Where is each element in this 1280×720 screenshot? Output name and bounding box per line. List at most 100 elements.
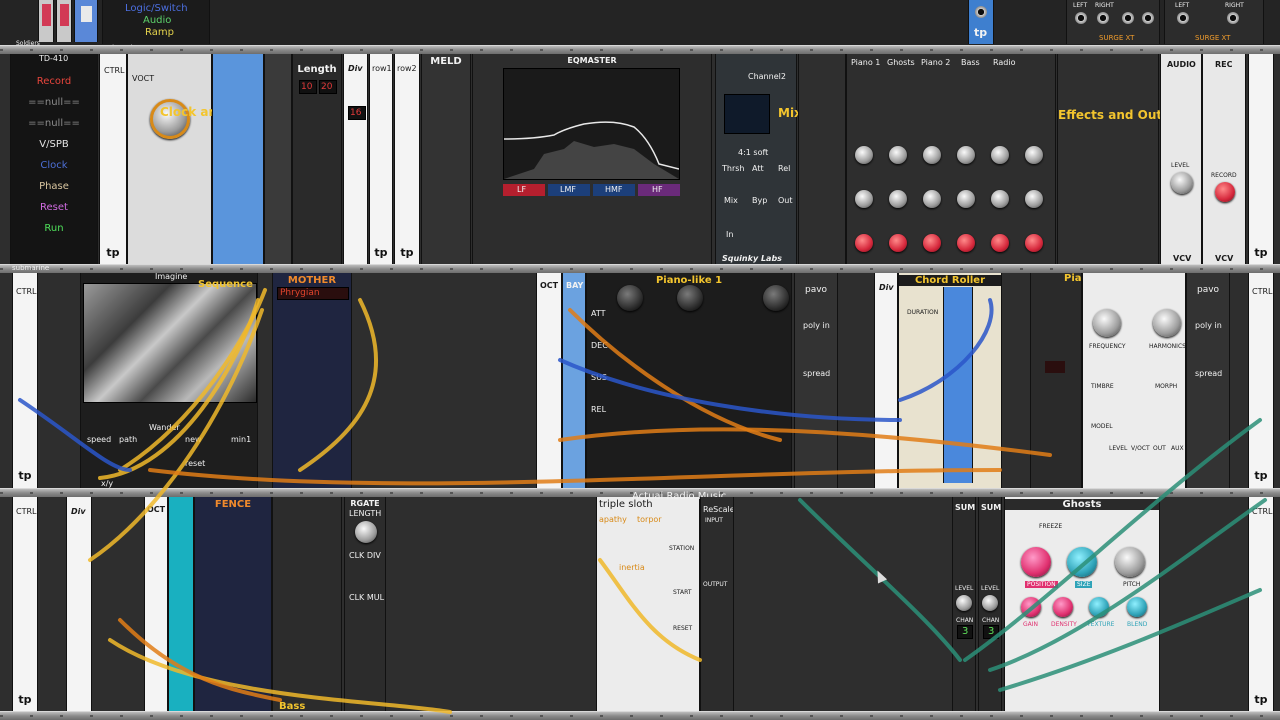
bay-module: BAY — [562, 273, 586, 488]
audio-level-label: LEVEL — [1171, 162, 1190, 169]
pavo-module-2: pavo poly in spread — [1186, 273, 1230, 488]
channel-knob[interactable] — [923, 234, 941, 252]
eq-curve — [503, 121, 680, 179]
surge-port-l1: LEFT — [1073, 2, 1088, 9]
pavo-title-2: pavo — [1197, 285, 1220, 295]
row2-ctrl-strip: CTRL tp — [12, 273, 38, 488]
tp-top-module[interactable]: tp — [968, 0, 994, 44]
surge-jack-6[interactable] — [1227, 12, 1239, 24]
channel-knob[interactable] — [991, 190, 1009, 208]
sum-level-knob-2[interactable] — [982, 595, 998, 611]
channel-knob[interactable] — [923, 146, 941, 164]
eqmaster-module: EQMASTER LF LMF HMF HF — [472, 54, 712, 265]
clock-logic-module: VOCT — [127, 54, 212, 265]
channel-knob[interactable] — [889, 146, 907, 164]
rescale-input: INPUT — [705, 517, 723, 524]
channel-knob[interactable] — [889, 234, 907, 252]
piano1-att: ATT — [591, 309, 606, 318]
piano1-freq-knob-1[interactable] — [617, 285, 643, 311]
channel-knob[interactable] — [855, 146, 873, 164]
mini-module-2 — [56, 0, 72, 42]
surge-jack-5[interactable] — [1177, 12, 1189, 24]
channel-knob[interactable] — [991, 234, 1009, 252]
div-module: Div 16 — [343, 54, 368, 265]
mother-title: MOTHER — [287, 275, 337, 286]
pitch-knob[interactable] — [1115, 547, 1145, 577]
rgate-clkdiv: CLK DIV — [349, 551, 381, 560]
harmonics-knob[interactable] — [1153, 309, 1181, 337]
voct-label-plaits: V/OCT — [1131, 445, 1150, 452]
row1-label: row1 — [372, 64, 392, 73]
logic-line-2: Audio — [143, 15, 172, 26]
mixer-label-att: Att — [752, 164, 764, 173]
ctrl-label: CTRL — [104, 66, 125, 75]
row2-label: row2 — [397, 64, 417, 73]
tp-top-jack[interactable] — [975, 6, 987, 18]
pavo-spread-2: spread — [1195, 369, 1223, 378]
channel-knob[interactable] — [855, 234, 873, 252]
gain-label: GAIN — [1023, 621, 1039, 628]
blend-knob[interactable] — [1127, 597, 1147, 617]
level-label-plaits: LEVEL — [1109, 445, 1128, 452]
surge-jack-2[interactable] — [1097, 12, 1109, 24]
record-button[interactable] — [1215, 182, 1235, 202]
chord-roller-module: Chord Roller DURATION — [898, 273, 1002, 488]
rack-row-3: CTRL tp Div OCT FENCE Bass RGATE LENGTH … — [0, 491, 1280, 712]
meld-module: MELD — [421, 54, 471, 265]
texture-knob[interactable] — [1089, 597, 1109, 617]
oct-label: OCT — [540, 281, 559, 290]
piano1-freq-knob-3[interactable] — [763, 285, 789, 311]
mother-scale: Phrygian — [280, 288, 320, 298]
rgate-length-knob[interactable] — [355, 521, 377, 543]
mini-module-1 — [38, 0, 54, 42]
channel-knob[interactable] — [957, 146, 975, 164]
rail-1 — [0, 45, 1280, 54]
channel-knob[interactable] — [923, 190, 941, 208]
surge-jack-1[interactable] — [1075, 12, 1087, 24]
channel-knob[interactable] — [855, 190, 873, 208]
size-knob[interactable] — [1067, 547, 1097, 577]
channel-knob[interactable] — [1025, 190, 1043, 208]
gain-knob[interactable] — [1021, 597, 1041, 617]
imagine-xy: x/y — [101, 479, 114, 488]
channel-knob[interactable] — [957, 190, 975, 208]
rgate-title: RGATE — [350, 499, 380, 508]
piano1-freq-knob-2[interactable] — [677, 285, 703, 311]
channel-knob[interactable] — [1025, 146, 1043, 164]
channel-knob[interactable] — [991, 146, 1009, 164]
ghosts-module: Ghosts FREEZE POSITION SIZE PITCH GAIN D… — [1004, 497, 1160, 712]
position-knob[interactable] — [1021, 547, 1051, 577]
surge-jack-4[interactable] — [1142, 12, 1154, 24]
meld-title: MELD — [430, 56, 462, 67]
pavo-polyin-2: poly in — [1195, 321, 1222, 330]
imagine-wander: Wander — [149, 423, 180, 432]
row2-right-tp-label: tp — [1254, 469, 1268, 482]
density-knob[interactable] — [1053, 597, 1073, 617]
density-label: DENSITY — [1051, 621, 1077, 628]
clock-logic-blue-panel — [212, 54, 264, 265]
channel-knob[interactable] — [1025, 234, 1043, 252]
td410-line: ==null== — [28, 97, 80, 108]
channel-knob[interactable] — [889, 190, 907, 208]
frequency-knob[interactable] — [1093, 309, 1121, 337]
imagine-min1: min1 — [231, 435, 252, 444]
row3-tp-left: tp — [18, 693, 32, 706]
channel-knob[interactable] — [957, 234, 975, 252]
inertia-label: inertia — [619, 563, 645, 572]
audio-level-knob[interactable] — [1171, 172, 1193, 194]
div3-module: Div — [66, 497, 92, 712]
pavo-spread-1: spread — [803, 369, 831, 378]
surge-label-2: SURGE XT — [1195, 34, 1231, 42]
channel-title-ghosts: Ghosts — [887, 58, 915, 67]
effects-title: Effects and Out — [1058, 108, 1163, 122]
td410-line: ==null== — [28, 118, 80, 129]
surge-port-l2: LEFT — [1175, 2, 1190, 9]
clock-tp-label: tp — [106, 246, 120, 259]
sum-level-1: LEVEL — [955, 585, 974, 592]
bay-label: BAY — [566, 281, 584, 290]
sum-level-knob-1[interactable] — [956, 595, 972, 611]
logic-gates-module — [264, 54, 292, 265]
piano2-c-display — [1045, 361, 1065, 373]
rack-row-1: TD-410 Record ==null== ==null== V/SPB Clock P… — [0, 54, 1280, 265]
surge-jack-3[interactable] — [1122, 12, 1134, 24]
